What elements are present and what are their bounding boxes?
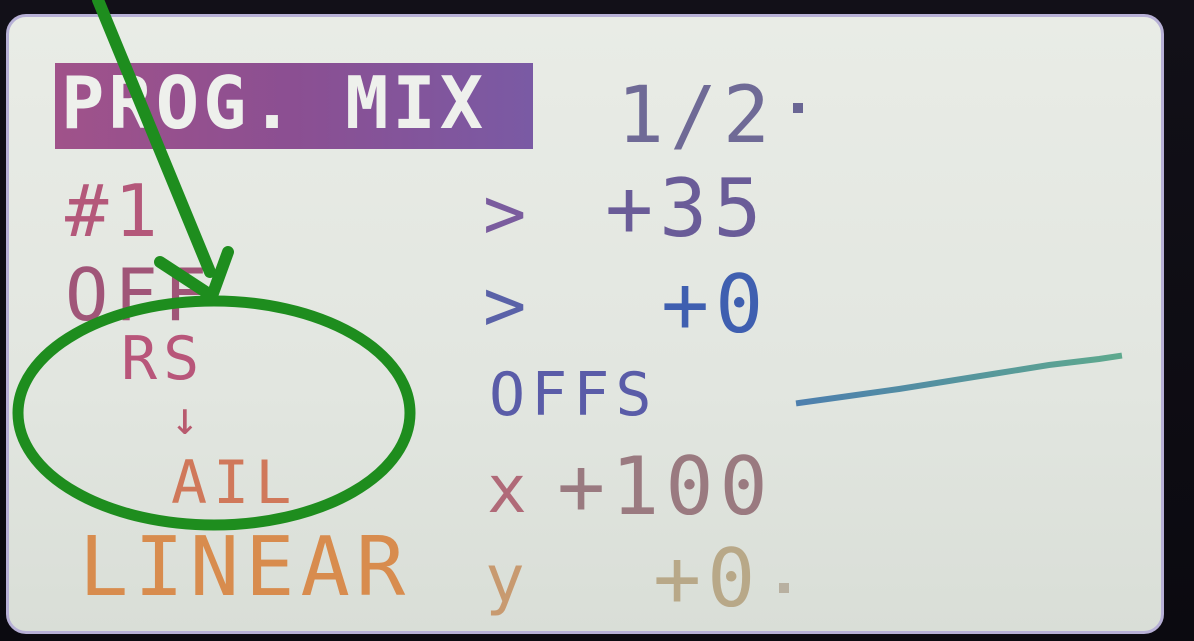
mix-curve-graph bbox=[787, 121, 1123, 591]
y-value[interactable]: +0 bbox=[653, 539, 761, 619]
rate1-arrow: > bbox=[483, 171, 527, 255]
y-label: y bbox=[485, 541, 525, 618]
slave-channel[interactable]: AIL bbox=[171, 453, 297, 513]
curve-type[interactable]: LINEAR bbox=[79, 527, 411, 609]
rate2-value[interactable]: +0 bbox=[661, 265, 769, 345]
page-indicator: 1/2 bbox=[617, 71, 776, 161]
page-title: PROG. MIX bbox=[61, 61, 488, 145]
mix-curve-line bbox=[795, 352, 1123, 407]
mix-number[interactable]: #1 bbox=[65, 175, 164, 247]
master-channel[interactable]: RS bbox=[121, 329, 205, 389]
mix-direction-arrow: ↓ bbox=[171, 391, 199, 445]
lcd-screen: PROG. MIX 1/2 #1 OFF RS ↓ AIL LINEAR > +… bbox=[6, 14, 1164, 634]
offset-label: OFFS bbox=[489, 360, 658, 430]
x-label: x bbox=[487, 451, 527, 528]
rate2-arrow: > bbox=[483, 263, 527, 347]
mix-mode[interactable]: OFF bbox=[65, 259, 213, 331]
rate1-value[interactable]: +35 bbox=[605, 169, 768, 249]
x-value[interactable]: +100 bbox=[557, 447, 774, 527]
cursor-dot bbox=[793, 103, 803, 113]
